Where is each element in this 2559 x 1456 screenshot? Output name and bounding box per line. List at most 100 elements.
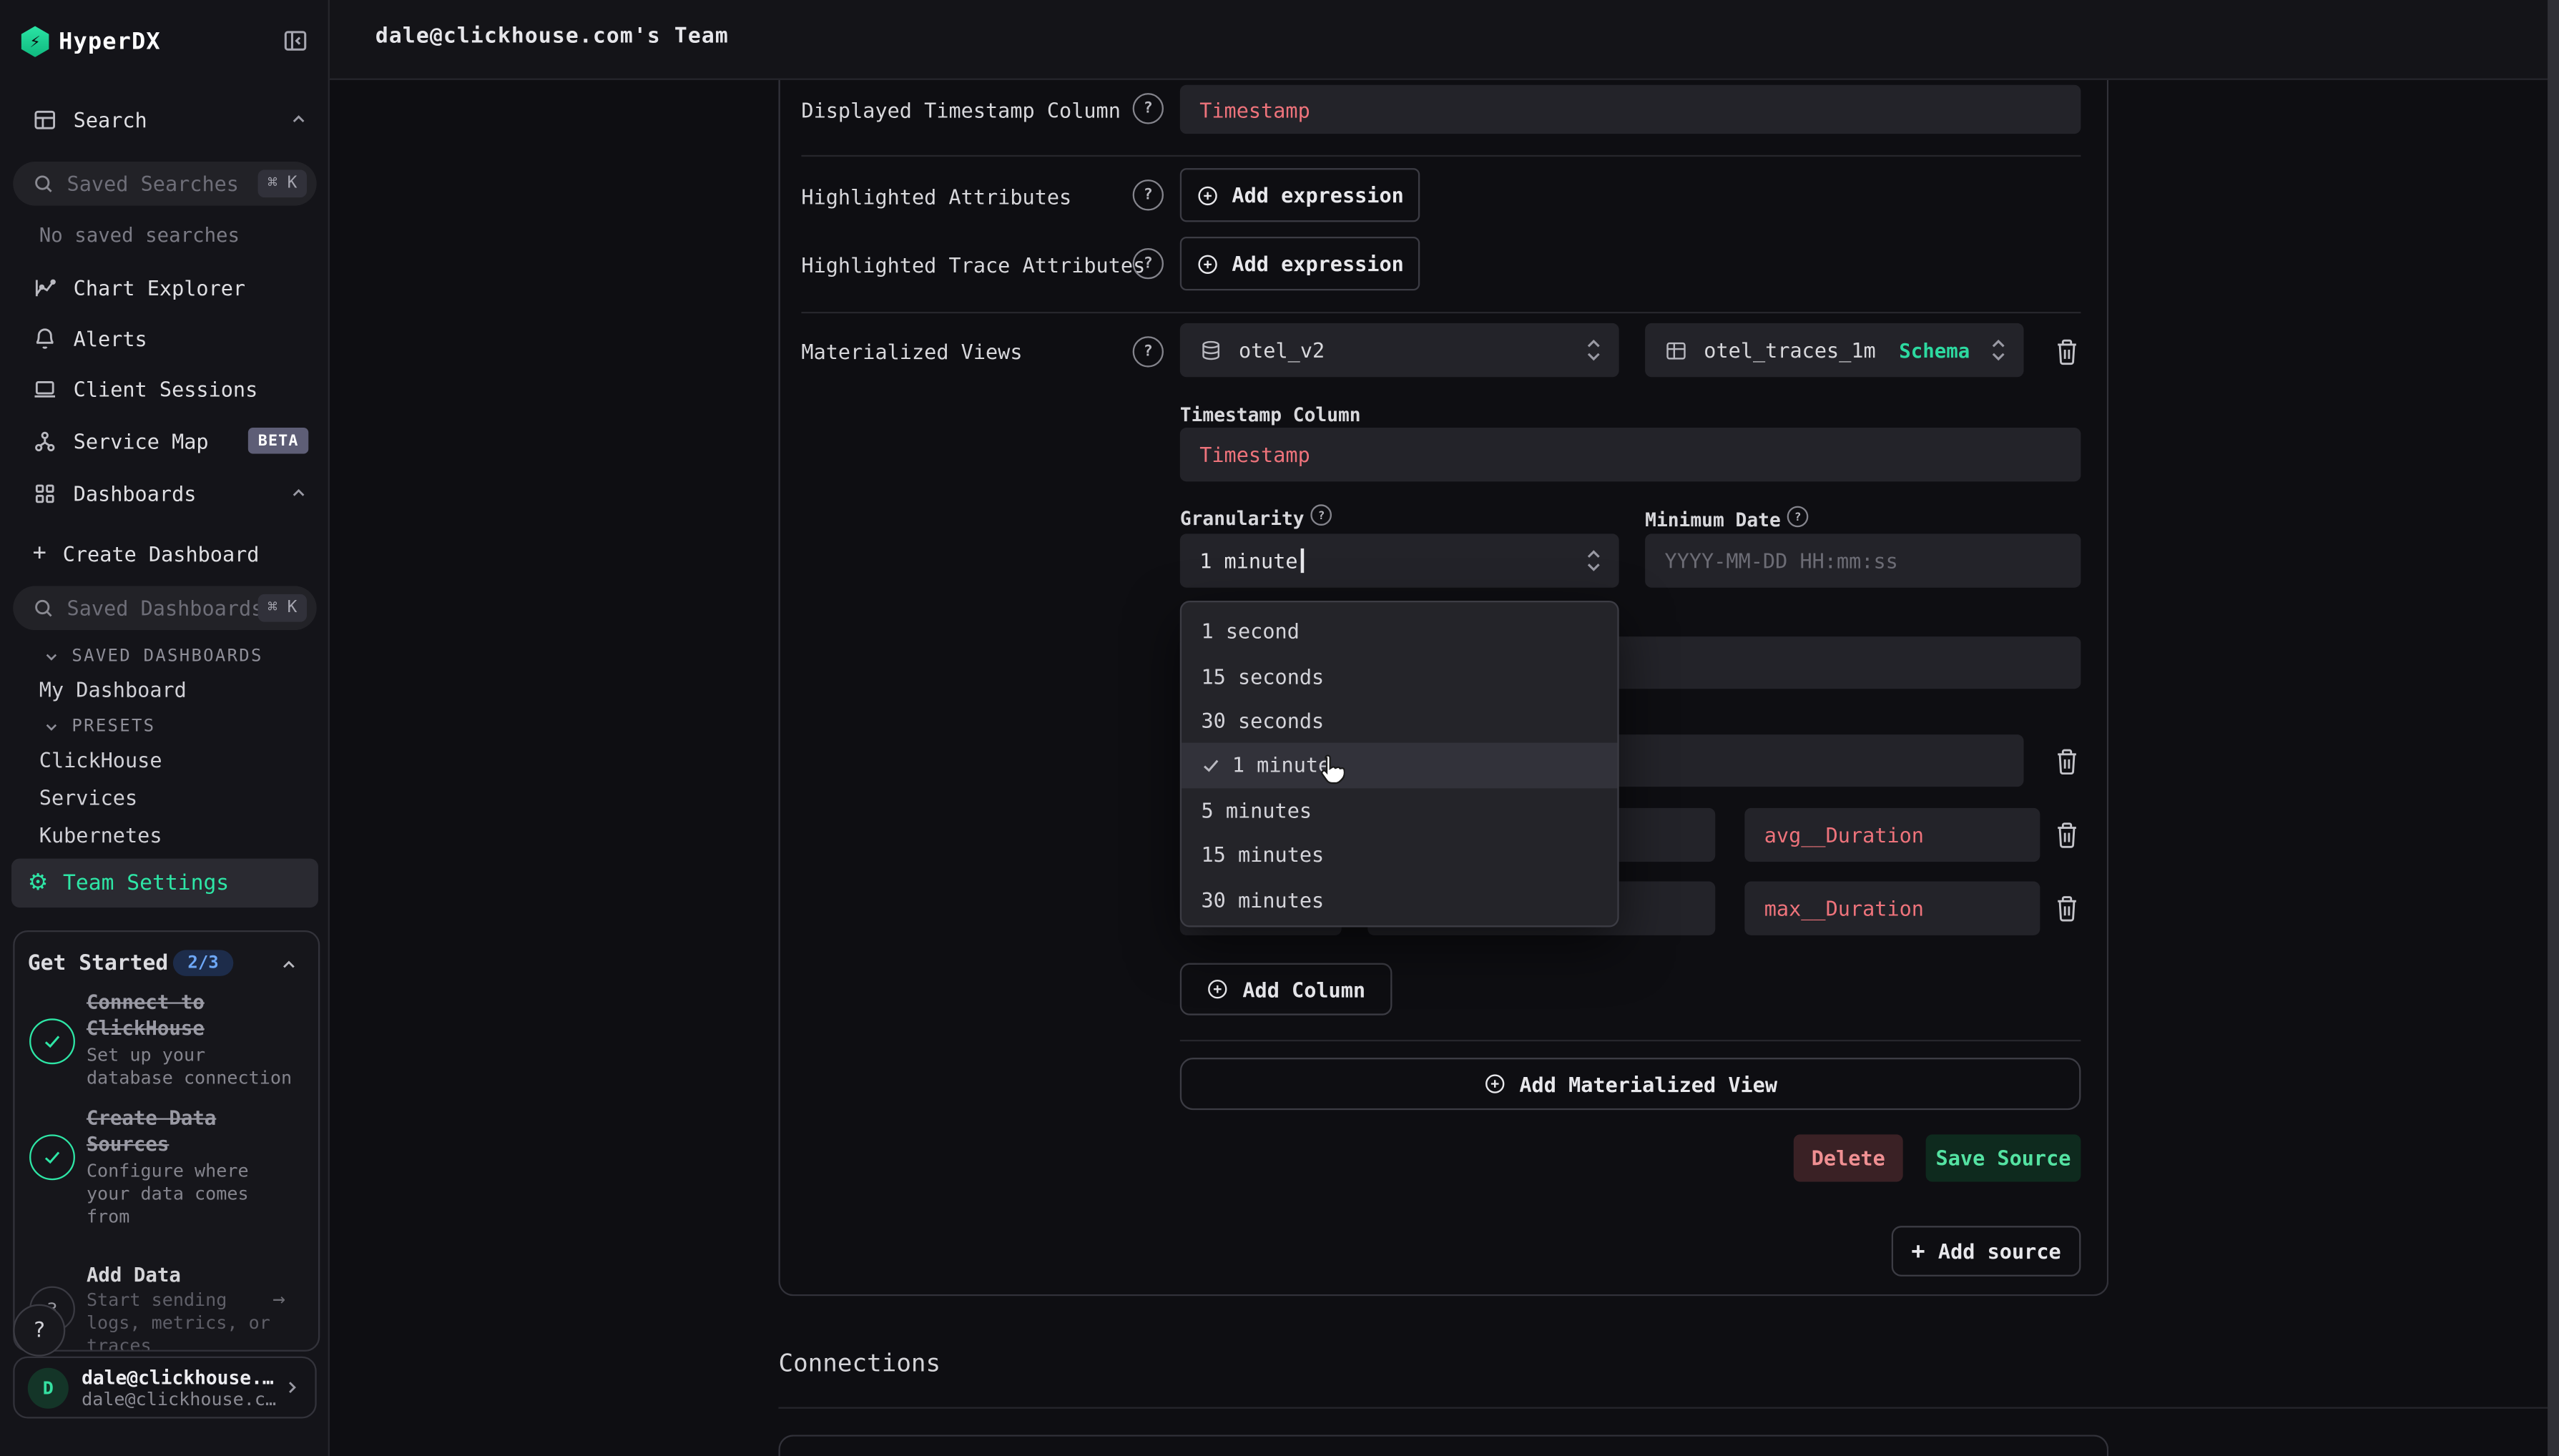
sidebar-item-client-sessions[interactable]: Client Sessions (33, 370, 309, 406)
add-column-button[interactable]: Add Column (1180, 963, 1393, 1015)
divider (801, 312, 2081, 313)
get-started-title: Get Started (28, 952, 168, 976)
collapse-sidebar-icon[interactable] (283, 28, 309, 54)
saved-dashboards-section-header[interactable]: SAVED DASHBOARDS (42, 646, 262, 666)
minimum-date-input[interactable] (1645, 533, 2081, 587)
granularity-select[interactable]: 1 minute (1180, 533, 1619, 587)
displayed-timestamp-input[interactable] (1180, 85, 2081, 134)
table-icon (1665, 339, 1688, 362)
divider (1180, 1040, 2081, 1041)
sidebar-item-my-dashboard[interactable]: My Dashboard (39, 677, 187, 702)
delete-source-button[interactable]: Delete (1794, 1134, 1903, 1181)
step-title-line: Sources (87, 1133, 169, 1156)
chevron-down-icon (42, 717, 60, 735)
granularity-option[interactable]: 1 second (1182, 609, 1617, 654)
sidebar: ⚡ HyperDX Search Saved Searches ⌘ K No s… (0, 0, 330, 1456)
scrollbar[interactable] (2548, 0, 2559, 1456)
granularity-option[interactable]: 15 seconds (1182, 654, 1617, 699)
add-source-button[interactable]: + Add source (1892, 1226, 2081, 1277)
sidebar-item-alerts[interactable]: Alerts (33, 320, 309, 355)
step-desc-line: Start sending (87, 1289, 227, 1311)
granularity-option[interactable]: 5 minutes (1182, 787, 1617, 832)
updown-chevron-icon (1585, 338, 1603, 362)
sidebar-item-team-settings[interactable]: ⚙ Team Settings (11, 859, 318, 907)
progress-badge: 2/3 (173, 950, 233, 976)
database-select[interactable]: otel_v2 (1180, 323, 1619, 377)
chevron-right-icon (283, 1377, 302, 1397)
help-button[interactable]: ? (13, 1304, 65, 1357)
saved-searches-input[interactable]: Saved Searches ⌘ K (13, 162, 316, 206)
timestamp-column-input[interactable] (1180, 428, 2081, 481)
sidebar-item-label: Client Sessions (74, 376, 258, 400)
step-desc-line: Configure where (87, 1161, 249, 1182)
circle-plus-icon (1196, 184, 1219, 207)
table-select[interactable]: otel_traces_1m Schema (1645, 323, 2023, 377)
granularity-dropdown: 1 second 15 seconds 30 seconds 1 minute … (1180, 601, 1619, 927)
help-icon[interactable]: ? (1311, 504, 1332, 526)
sidebar-item-service-map[interactable]: Service Map BETA (33, 423, 309, 458)
help-icon[interactable]: ? (1133, 336, 1164, 367)
plus-icon: + (1911, 1238, 1925, 1264)
create-dashboard-button[interactable]: + Create Dashboard (33, 537, 309, 570)
gear-icon: ⚙ (28, 872, 49, 895)
schema-link[interactable]: Schema (1899, 339, 1970, 362)
delete-column-button[interactable] (2043, 885, 2089, 930)
chevron-down-icon (42, 647, 60, 665)
presets-section-header[interactable]: PRESETS (42, 717, 155, 736)
service-map-icon (33, 428, 57, 453)
circle-plus-icon (1483, 1073, 1506, 1096)
granularity-option-selected[interactable]: 1 minute (1182, 743, 1617, 788)
sidebar-item-dashboards[interactable]: Dashboards (33, 475, 309, 511)
step-desc-line: your data comes (87, 1184, 249, 1205)
delete-materialized-view-button[interactable] (2043, 328, 2089, 374)
step-title[interactable]: Add Data (87, 1264, 181, 1287)
user-menu[interactable]: D dale@clickhouse.… dale@clickhouse.c… (13, 1357, 316, 1419)
mv-column-alias-input[interactable] (1744, 808, 2040, 862)
check-icon (1201, 755, 1220, 774)
sidebar-item-chart-explorer[interactable]: Chart Explorer (33, 270, 309, 305)
add-expression-button[interactable]: Add expression (1180, 168, 1420, 222)
saved-dashboards-input[interactable]: Saved Dashboards ⌘ K (13, 586, 316, 630)
sidebar-item-kubernetes[interactable]: Kubernetes (39, 822, 162, 847)
help-icon[interactable]: ? (1133, 179, 1164, 210)
circle-plus-icon (1196, 252, 1219, 275)
no-saved-searches-text: No saved searches (39, 224, 240, 247)
save-source-button[interactable]: Save Source (1926, 1134, 2081, 1181)
help-icon[interactable]: ? (1133, 248, 1164, 279)
table-icon (33, 107, 57, 132)
user-email: dale@clickhouse.c… (82, 1388, 283, 1410)
delete-column-button[interactable] (2043, 738, 2089, 784)
saved-searches-placeholder: Saved Searches (67, 172, 258, 196)
sidebar-item-search[interactable]: Search (33, 102, 309, 137)
step-desc-line: from (87, 1206, 129, 1228)
help-icon[interactable]: ? (1133, 93, 1164, 124)
database-select-value: otel_v2 (1239, 338, 1325, 362)
delete-column-button[interactable] (2043, 811, 2089, 857)
add-expression-button[interactable]: Add expression (1180, 237, 1420, 290)
step-title-line: Create Data (87, 1107, 216, 1130)
minimum-date-label: Minimum Date? (1645, 506, 1808, 531)
question-icon: ? (33, 1318, 46, 1342)
granularity-option[interactable]: 30 seconds (1182, 698, 1617, 743)
get-started-panel: Get Started 2/3 Connect to ClickHouse Se… (13, 930, 320, 1352)
materialized-views-label: Materialized Views (801, 340, 1022, 364)
collapse-get-started-icon[interactable] (279, 955, 298, 974)
timestamp-column-label: Timestamp Column (1180, 403, 1361, 426)
step-title-line: ClickHouse (87, 1017, 205, 1040)
divider (801, 155, 2081, 157)
add-materialized-view-button[interactable]: Add Materialized View (1180, 1058, 2081, 1110)
mv-column-alias-input[interactable] (1744, 882, 2040, 935)
brand-name: HyperDX (59, 29, 161, 56)
granularity-option[interactable]: 30 minutes (1182, 877, 1617, 922)
plus-icon: + (33, 541, 46, 567)
chart-icon (33, 275, 57, 300)
divider (778, 1407, 2548, 1409)
updown-chevron-icon (1990, 338, 2008, 362)
sidebar-item-clickhouse[interactable]: ClickHouse (39, 747, 162, 772)
sidebar-item-services[interactable]: Services (39, 785, 137, 810)
circle-plus-icon (1207, 978, 1229, 1000)
help-icon[interactable]: ? (1787, 506, 1809, 528)
bell-icon (33, 325, 57, 350)
granularity-option[interactable]: 15 minutes (1182, 832, 1617, 877)
granularity-value: 1 minute (1199, 549, 1297, 573)
